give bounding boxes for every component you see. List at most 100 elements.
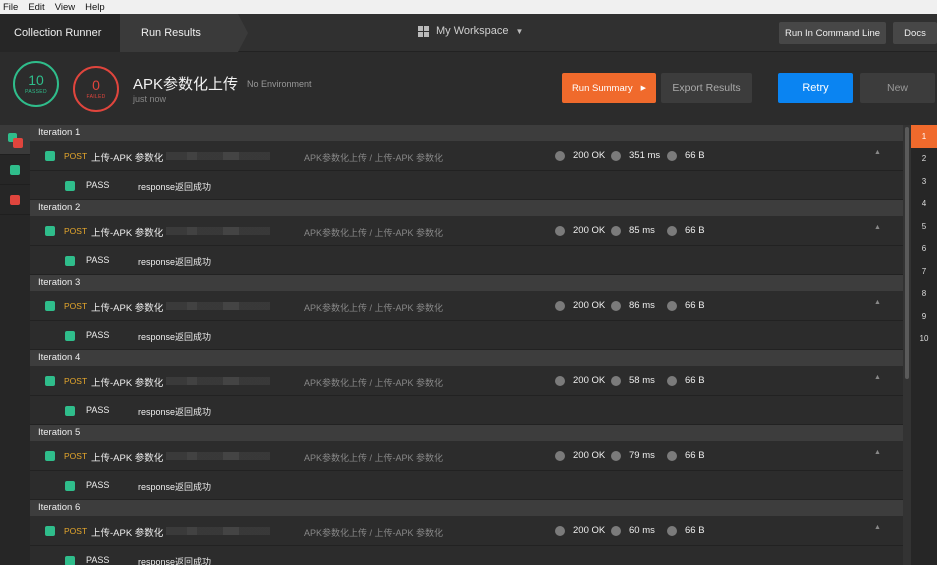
status-dot-icon — [555, 451, 565, 461]
run-title: APK参数化上传 — [133, 76, 239, 93]
response-size: 66 B — [685, 225, 705, 236]
iteration-number-7[interactable]: 7 — [911, 260, 937, 283]
run-timestamp: just now — [133, 94, 167, 104]
grid-icon — [418, 25, 429, 37]
failed-counter: 0 FAILED — [73, 66, 119, 112]
iteration-number-9[interactable]: 9 — [911, 305, 937, 328]
filter-passed[interactable] — [0, 155, 30, 185]
request-status-icon — [45, 301, 55, 311]
chevron-down-icon: ▼ — [515, 26, 524, 36]
iteration-number-1[interactable]: 1 — [911, 125, 937, 148]
iteration-block: Iteration 6 POST 上传-APK 参数化 APK参数化上传 / 上… — [30, 500, 903, 565]
menu-edit[interactable]: Edit — [28, 2, 44, 13]
all-results-icon — [7, 132, 23, 148]
request-row[interactable]: POST 上传-APK 参数化 APK参数化上传 / 上传-APK 参数化 20… — [30, 141, 903, 171]
request-status-icon — [45, 451, 55, 461]
request-name: 上传-APK 参数化 — [91, 303, 164, 314]
iteration-number-3[interactable]: 3 — [911, 170, 937, 193]
menu-file[interactable]: File — [3, 2, 18, 13]
run-in-command-line-button[interactable]: Run In Command Line — [779, 22, 886, 44]
response-status: 200 OK — [573, 525, 606, 536]
new-button[interactable]: New — [860, 73, 935, 103]
workspace-label: My Workspace — [436, 25, 509, 37]
filter-all[interactable] — [0, 125, 30, 155]
size-dot-icon — [667, 301, 677, 311]
retry-button[interactable]: Retry — [778, 73, 853, 103]
request-row[interactable]: POST 上传-APK 参数化 APK参数化上传 / 上传-APK 参数化 20… — [30, 216, 903, 246]
request-name: 上传-APK 参数化 — [91, 528, 164, 539]
status-dot-icon — [555, 526, 565, 536]
test-row: PASS response返回成功 — [30, 546, 903, 565]
iteration-number-5[interactable]: 5 — [911, 215, 937, 238]
response-size: 66 B — [685, 525, 705, 536]
test-pass-icon — [65, 481, 75, 491]
response-time: 351 ms — [629, 150, 661, 161]
breadcrumb-collection-runner[interactable]: Collection Runner — [0, 14, 130, 52]
response-status: 200 OK — [573, 300, 606, 311]
request-row[interactable]: POST 上传-APK 参数化 APK参数化上传 / 上传-APK 参数化 20… — [30, 441, 903, 471]
test-name: response返回成功 — [138, 182, 212, 192]
request-path: APK参数化上传 / 上传-APK 参数化 — [304, 453, 444, 463]
response-time: 86 ms — [629, 300, 655, 311]
test-result: PASS — [86, 180, 110, 190]
docs-button[interactable]: Docs — [893, 22, 937, 44]
iteration-number-4[interactable]: 4 — [911, 193, 937, 216]
request-name: 上传-APK 参数化 — [91, 228, 164, 239]
request-row[interactable]: POST 上传-APK 参数化 APK参数化上传 / 上传-APK 参数化 20… — [30, 291, 903, 321]
chevron-up-icon[interactable]: ▲ — [874, 299, 881, 306]
redacted-url — [166, 527, 270, 535]
response-size: 66 B — [685, 450, 705, 461]
iteration-block: Iteration 5 POST 上传-APK 参数化 APK参数化上传 / 上… — [30, 425, 903, 500]
filter-failed[interactable] — [0, 185, 30, 215]
request-method: POST — [64, 151, 88, 161]
request-method: POST — [64, 526, 88, 536]
request-path: APK参数化上传 / 上传-APK 参数化 — [304, 153, 444, 163]
request-status-icon — [45, 526, 55, 536]
test-pass-icon — [65, 331, 75, 341]
scrollbar-thumb[interactable] — [905, 127, 909, 379]
request-row[interactable]: POST 上传-APK 参数化 APK参数化上传 / 上传-APK 参数化 20… — [30, 516, 903, 546]
request-row[interactable]: POST 上传-APK 参数化 APK参数化上传 / 上传-APK 参数化 20… — [30, 366, 903, 396]
chevron-up-icon[interactable]: ▲ — [874, 524, 881, 531]
top-nav: Collection Runner Run Results My Workspa… — [0, 14, 937, 52]
test-row: PASS response返回成功 — [30, 321, 903, 350]
breadcrumb-run-results[interactable]: Run Results — [120, 14, 248, 52]
iteration-rail: 1 2 3 4 5 6 7 8 9 10 — [911, 125, 937, 565]
response-time: 58 ms — [629, 375, 655, 386]
run-summary-button[interactable]: Run Summary ▶ — [562, 73, 656, 103]
status-dot-icon — [555, 301, 565, 311]
passed-icon — [10, 164, 20, 175]
chevron-up-icon[interactable]: ▲ — [874, 224, 881, 231]
workspace-selector[interactable]: My Workspace ▼ — [418, 25, 523, 37]
iteration-block: Iteration 1 POST 上传-APK 参数化 APK参数化上传 / 上… — [30, 125, 903, 200]
request-status-icon — [45, 376, 55, 386]
test-pass-icon — [65, 406, 75, 416]
redacted-url — [166, 152, 270, 160]
iteration-number-6[interactable]: 6 — [911, 238, 937, 261]
passed-counter: 10 PASSED — [13, 61, 59, 107]
size-dot-icon — [667, 151, 677, 161]
time-dot-icon — [611, 376, 621, 386]
time-dot-icon — [611, 151, 621, 161]
failed-label: FAILED — [86, 94, 106, 100]
size-dot-icon — [667, 526, 677, 536]
chevron-up-icon[interactable]: ▲ — [874, 149, 881, 156]
chevron-up-icon[interactable]: ▲ — [874, 449, 881, 456]
results-scrollbar[interactable] — [903, 125, 911, 565]
chevron-up-icon[interactable]: ▲ — [874, 374, 881, 381]
passed-count: 10 — [28, 72, 44, 88]
test-pass-icon — [65, 181, 75, 191]
iteration-header: Iteration 2 — [30, 200, 903, 216]
request-path: APK参数化上传 / 上传-APK 参数化 — [304, 303, 444, 313]
response-status: 200 OK — [573, 375, 606, 386]
menu-bar: File Edit View Help — [0, 0, 937, 14]
request-path: APK参数化上传 / 上传-APK 参数化 — [304, 228, 444, 238]
redacted-url — [166, 452, 270, 460]
export-results-button[interactable]: Export Results — [661, 73, 752, 103]
menu-view[interactable]: View — [55, 2, 75, 13]
menu-help[interactable]: Help — [85, 2, 105, 13]
iteration-number-10[interactable]: 10 — [911, 328, 937, 351]
iteration-header: Iteration 1 — [30, 125, 903, 141]
iteration-number-2[interactable]: 2 — [911, 148, 937, 171]
iteration-number-8[interactable]: 8 — [911, 283, 937, 306]
